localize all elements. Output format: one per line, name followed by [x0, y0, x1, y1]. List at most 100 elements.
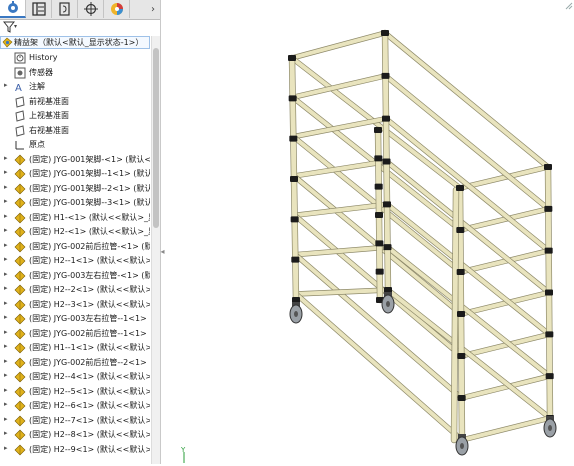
tree-item[interactable]: ▸ (固定) H2--6<1> (默认<<默认>_	[0, 399, 150, 413]
expand-arrow-icon[interactable]: ▸	[4, 212, 8, 220]
part-icon	[14, 154, 26, 166]
back-cross-tube	[293, 287, 391, 297]
expand-arrow-icon[interactable]: ▸	[4, 386, 8, 394]
pipe-joint	[383, 201, 391, 208]
pipe-joint	[375, 212, 383, 218]
tree-item[interactable]: ▸ (固定) JYG-002前后拉管--1<1>	[0, 327, 150, 341]
part-icon	[14, 255, 26, 267]
tree-item-label: (固定) H2--9<1> (默认<<默认>_	[29, 444, 150, 454]
tree-item[interactable]: 右视基准面	[0, 124, 150, 138]
tree-item[interactable]: ▸ (固定) H2--3<1> (默认<<默认>_	[0, 298, 150, 312]
expand-arrow-icon[interactable]: ▸	[4, 415, 8, 423]
dimxpert-manager-tab-icon[interactable]	[78, 0, 104, 18]
coordinate-triad: Y	[178, 446, 194, 464]
expand-arrow-icon[interactable]: ▸	[4, 241, 8, 249]
tree-item[interactable]: ▸ (固定) JYG-001架脚--1<1> (默认<	[0, 167, 150, 181]
back-cross-tube	[289, 30, 388, 61]
expand-arrow-icon[interactable]: ▸	[4, 342, 8, 350]
pipe-joint	[457, 353, 466, 359]
part-icon	[14, 284, 26, 296]
tree-item[interactable]: ▸ (固定) JYG-003左右拉管-<1> (默	[0, 269, 150, 283]
tree-item[interactable]: ▸ (固定) JYG-001架脚-<1> (默认<<	[0, 153, 150, 167]
tree-item[interactable]: 上视基准面	[0, 109, 150, 123]
expand-arrow-icon[interactable]: ▸	[4, 197, 8, 205]
pipe-joint	[374, 127, 382, 133]
expand-arrow-icon[interactable]: ▸	[4, 313, 8, 321]
tree-item-label: (固定) H2--2<1> (默认<<默认>_	[29, 285, 150, 294]
side-rail-tube	[293, 291, 465, 443]
tree-item[interactable]: ▸ (固定) JYG-003左右拉管--1<1>	[0, 312, 150, 326]
part-icon	[14, 270, 26, 282]
part-icon	[14, 226, 26, 238]
pipe-joint	[456, 185, 464, 191]
panel-splitter-handle[interactable]: ◂	[160, 240, 165, 262]
expand-arrow-icon[interactable]: ▸	[4, 255, 8, 263]
tree-item-label: (固定) H2--7<1> (默认<<默认>_	[29, 415, 150, 425]
display-manager-tab-icon[interactable]	[104, 0, 130, 18]
tree-item-label: (固定) JYG-001架脚--3<1> (默认<	[29, 198, 150, 207]
tree-scrollbar[interactable]	[151, 36, 160, 464]
tree-item[interactable]: ▸ A 注解	[0, 80, 150, 94]
tree-item-label: (固定) H1-<1> (默认<<默认>_显	[29, 212, 150, 222]
origin-icon	[14, 139, 26, 151]
tree-item[interactable]: History	[0, 51, 150, 65]
tree-item-label: 右视基准面	[29, 125, 69, 135]
tree-item-label: History	[29, 53, 58, 62]
property-manager-tab-icon[interactable]	[26, 0, 52, 18]
expand-arrow-icon[interactable]: ▸	[4, 154, 8, 162]
tree-item-label: (固定) JYG-003左右拉管--1<1>	[29, 314, 147, 323]
plane-icon	[14, 124, 26, 137]
expand-panel-icon[interactable]: ›	[146, 0, 160, 18]
tree-item[interactable]: ▸ (固定) JYG-001架脚--3<1> (默认<	[0, 196, 150, 210]
tree-item[interactable]: ▸ (固定) JYG-002前后拉管--2<1>	[0, 356, 150, 370]
tree-item[interactable]: 前视基准面	[0, 95, 150, 109]
tree-item[interactable]: 传感器	[0, 66, 150, 80]
tree-item[interactable]: ▸ (固定) H2--9<1> (默认<<默认>_	[0, 443, 150, 457]
tree-item[interactable]: ▸ (固定) H1--1<1> (默认<<默认>_	[0, 341, 150, 355]
tree-item[interactable]: ▸ (固定) H2-<1> (默认<<默认>_显	[0, 225, 150, 239]
tree-item[interactable]: ▸ (固定) H2--1<1> (默认<<默认>_	[0, 254, 150, 268]
pipe-joint	[375, 268, 384, 275]
pipe-joint	[456, 269, 465, 275]
pipe-joint	[382, 158, 391, 165]
tree-item-label: (固定) H2-<1> (默认<<默认>_显	[29, 227, 150, 236]
expand-arrow-icon[interactable]: ▸	[4, 81, 8, 89]
tree-scrollbar-thumb[interactable]	[153, 48, 159, 228]
pipe-joint	[374, 155, 383, 162]
tree-item[interactable]: ▸ (固定) H2--8<1> (默认<<默认>_	[0, 428, 150, 442]
expand-arrow-icon[interactable]: ▸	[4, 299, 8, 307]
tree-item[interactable]: ▸ (固定) H1-<1> (默认<<默认>_显	[0, 211, 150, 225]
tree-item[interactable]: 原点	[0, 138, 150, 152]
expand-arrow-icon[interactable]: ▸	[4, 168, 8, 176]
expand-arrow-icon[interactable]: ▸	[4, 270, 8, 278]
filter-dropdown-icon[interactable]: ▾	[14, 23, 17, 30]
graphics-area[interactable]	[166, 0, 574, 464]
assembly-root-label: 精益架（默认<默认_显示状态-1>）	[14, 38, 144, 47]
tree-item[interactable]: ▸ (固定) H2--2<1> (默认<<默认>_	[0, 283, 150, 297]
expand-arrow-icon[interactable]: ▸	[4, 328, 8, 336]
assembly-root-row[interactable]: 精益架（默认<默认_显示状态-1>）	[0, 36, 150, 49]
expand-arrow-icon[interactable]: ▸	[4, 357, 8, 365]
tree-item[interactable]: ▸ (固定) H2--4<1> (默认<<默认>_	[0, 370, 150, 384]
history-icon	[14, 52, 26, 64]
expand-arrow-icon[interactable]: ▸	[4, 400, 8, 408]
expand-arrow-icon[interactable]: ▸	[4, 371, 8, 379]
pipe-joint	[545, 373, 554, 380]
expand-arrow-icon[interactable]: ▸	[4, 284, 8, 292]
part-icon	[14, 183, 26, 195]
svg-text:A: A	[15, 83, 22, 93]
expand-arrow-icon[interactable]: ▸	[4, 444, 8, 452]
expand-arrow-icon[interactable]: ▸	[4, 183, 8, 191]
tree-item[interactable]: ▸ (固定) H2--7<1> (默认<<默认>_	[0, 414, 150, 428]
tree-item[interactable]: ▸ (固定) H2--5<1> (默认<<默认>_	[0, 385, 150, 399]
part-icon	[14, 342, 26, 354]
part-icon	[14, 313, 26, 325]
expand-arrow-icon[interactable]: ▸	[4, 429, 8, 437]
feature-manager-tab-icon[interactable]	[0, 0, 26, 18]
tree-item-label: 注解	[29, 82, 45, 91]
tree-item[interactable]: ▸ (固定) JYG-001架脚--2<1> (默认<	[0, 182, 150, 196]
caster-wheel	[289, 302, 303, 324]
expand-arrow-icon[interactable]: ▸	[4, 226, 8, 234]
tree-item[interactable]: ▸ (固定) JYG-002前后拉管-<1> (默	[0, 240, 150, 254]
configuration-manager-tab-icon[interactable]	[52, 0, 78, 18]
